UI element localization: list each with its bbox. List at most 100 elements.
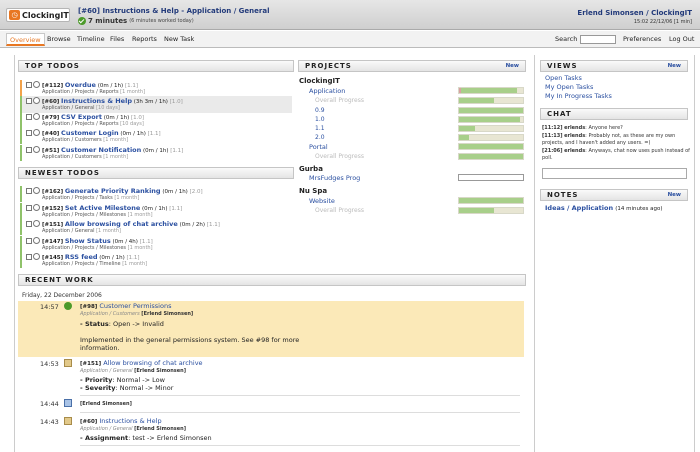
milestone-link[interactable]: 1.0 [315, 116, 325, 123]
work-date: Friday, 22 December 2006 [22, 292, 102, 299]
new-view-link[interactable]: New [668, 61, 681, 72]
column-border [14, 55, 15, 452]
work-time: 14:57 [40, 303, 59, 311]
clock-icon[interactable] [33, 220, 40, 227]
new-project-link[interactable]: New [506, 61, 519, 72]
complete-checkbox[interactable] [26, 130, 32, 136]
chat-input[interactable] [542, 168, 687, 179]
priority-bar [20, 128, 22, 144]
task-age: [1 month] [96, 228, 122, 234]
view-link[interactable]: My In Progress Tasks [545, 92, 612, 100]
work-time: 14:44 [40, 400, 59, 408]
preferences-link[interactable]: Preferences [620, 33, 664, 46]
task-link[interactable]: RSS feed [65, 253, 98, 261]
list-item[interactable]: [#152] Set Active Milestone (0m / 1h) [1… [20, 203, 292, 220]
change-value: : Normal -> Low [112, 376, 165, 384]
complete-checkbox[interactable] [26, 238, 32, 244]
clock-icon[interactable] [33, 129, 40, 136]
milestone-link[interactable]: 1.1 [315, 125, 325, 132]
tab-reports[interactable]: Reports [129, 33, 160, 46]
project-link[interactable]: Website [309, 197, 335, 205]
task-milestone: [2.0] [189, 189, 203, 195]
change-label: - Priority [80, 376, 113, 384]
task-milestone: [1.1] [147, 131, 161, 137]
task-link[interactable]: Allow browsing of chat archive [103, 359, 202, 367]
task-link[interactable]: Instructions & Help [99, 417, 161, 425]
progress-bar [458, 134, 524, 141]
view-link[interactable]: My Open Tasks [545, 83, 593, 91]
task-link[interactable]: Customer Permissions [99, 302, 171, 310]
task-link[interactable]: Overdue [65, 81, 96, 89]
complete-checkbox[interactable] [26, 114, 32, 120]
clock-icon[interactable] [33, 97, 40, 104]
task-link[interactable]: Customer Login [61, 129, 119, 137]
customer-name: ClockingIT [299, 77, 340, 85]
list-item[interactable]: [#151] Allow browsing of chat archive (0… [20, 219, 292, 236]
priority-bar [20, 80, 22, 96]
task-time-value: 7 minutes [88, 17, 128, 25]
tab-overview[interactable]: Overview [6, 33, 45, 46]
progress-bar [458, 116, 524, 123]
project-link[interactable]: MrsFudges Prog [309, 174, 360, 182]
complete-checkbox[interactable] [26, 221, 32, 227]
task-path: Application / General [80, 426, 133, 432]
comment-icon [64, 417, 72, 425]
clock-icon[interactable] [33, 204, 40, 211]
list-item[interactable]: [#40] Customer Login (0m / 1h) [1.1] App… [20, 128, 292, 145]
complete-checkbox[interactable] [26, 82, 32, 88]
change-value: : Normal -> Minor [115, 384, 174, 392]
project-link[interactable]: Portal [309, 143, 328, 151]
task-link[interactable]: Customer Notification [61, 146, 141, 154]
clock-icon[interactable] [33, 253, 40, 260]
priority-bar [20, 219, 22, 235]
complete-checkbox[interactable] [26, 254, 32, 260]
work-entry: 14:57 [#98] Customer Permissions Applica… [18, 301, 524, 357]
complete-checkbox[interactable] [26, 188, 32, 194]
active-task-time: 7 minutes (6 minutes worked today) [78, 17, 194, 25]
task-link[interactable]: CSV Export [61, 113, 102, 121]
clock-icon[interactable] [33, 237, 40, 244]
list-item[interactable]: [#60] Instructions & Help (3h 3m / 1h) [… [20, 96, 292, 113]
active-task-title[interactable]: [#60] Instructions & Help - Application … [78, 7, 270, 15]
milestone-link[interactable]: 0.9 [315, 107, 325, 114]
user-account-link[interactable]: Erlend Simonsen / ClockingIT [577, 9, 692, 17]
change-label: - Status [80, 320, 109, 328]
project-link[interactable]: Application [309, 87, 345, 95]
top-header: ◷ ClockingIT [#60] Instructions & Help -… [0, 0, 700, 30]
note-link[interactable]: Ideas / Application [545, 204, 613, 212]
tab-timeline[interactable]: Timeline [74, 33, 108, 46]
task-link[interactable]: Instructions & Help [61, 97, 132, 105]
progress-fill [459, 208, 495, 213]
milestone-link[interactable]: 2.0 [315, 134, 325, 141]
clock-icon[interactable] [33, 187, 40, 194]
list-item[interactable]: [#79] CSV Export (0m / 1h) [1.0] Applica… [20, 112, 292, 129]
complete-checkbox[interactable] [26, 205, 32, 211]
tab-new-task[interactable]: New Task [161, 33, 197, 46]
task-path: Application / Projects / Timeline [42, 261, 121, 267]
task-link[interactable]: Set Active Milestone [65, 204, 140, 212]
check-circle-icon[interactable] [78, 17, 86, 25]
check-circle-icon [64, 302, 72, 310]
list-item[interactable]: [#112] Overdue (0m / 1h) [1.1] Applicati… [20, 80, 292, 97]
clock-readout: 15:02 22/12/06 [1 min] [633, 19, 692, 25]
clock-icon[interactable] [33, 81, 40, 88]
clock-icon[interactable] [33, 146, 40, 153]
task-link[interactable]: Allow browsing of chat archive [65, 220, 178, 228]
search-input[interactable] [580, 35, 616, 44]
list-item[interactable]: [#145] RSS feed (0m / 1h) [1.1] Applicat… [20, 252, 292, 269]
complete-checkbox[interactable] [26, 147, 32, 153]
tab-files[interactable]: Files [107, 33, 127, 46]
app-logo[interactable]: ◷ ClockingIT [6, 8, 70, 22]
complete-checkbox[interactable] [26, 98, 32, 104]
view-link[interactable]: Open Tasks [545, 74, 582, 82]
new-note-link[interactable]: New [668, 190, 681, 201]
logout-link[interactable]: Log Out [666, 33, 697, 46]
task-link[interactable]: Show Status [65, 237, 111, 245]
clock-icon[interactable] [33, 113, 40, 120]
list-item[interactable]: [#162] Generate Priority Ranking (0m / 1… [20, 186, 292, 203]
task-link[interactable]: Generate Priority Ranking [65, 187, 161, 195]
list-item[interactable]: [#147] Show Status (0m / 4h) [1.1] Appli… [20, 236, 292, 253]
progress-bar [458, 153, 524, 160]
list-item[interactable]: [#51] Customer Notification (0m / 1h) [1… [20, 145, 292, 162]
tab-browse[interactable]: Browse [44, 33, 74, 46]
